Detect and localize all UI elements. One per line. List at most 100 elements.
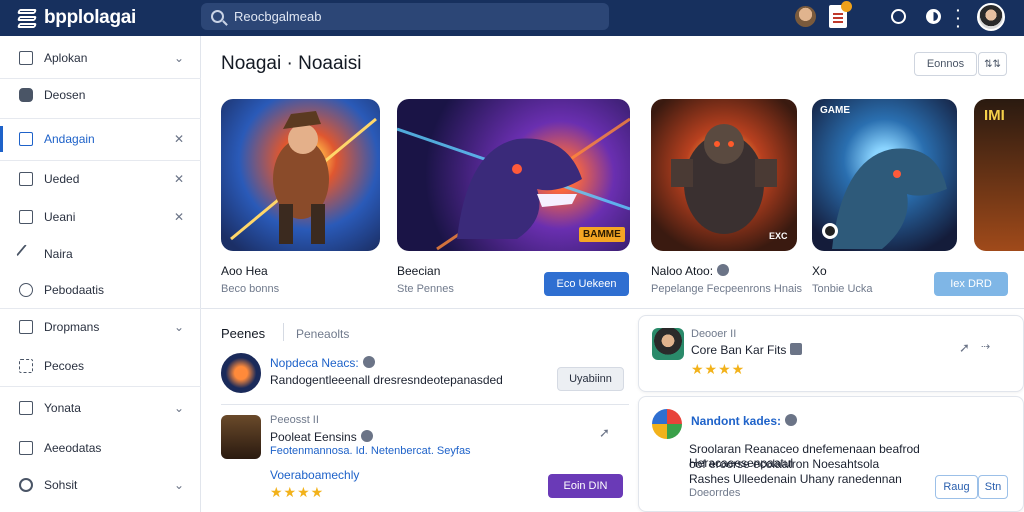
sidebar-item-label: Ueded [44,172,80,186]
chevron-down-icon[interactable]: ⌄ [174,51,184,65]
sidebar-item-label: Yonata [44,401,81,415]
tab-separator [283,323,284,341]
sidebar-item-11[interactable]: Sohsit ⌄ [0,470,201,500]
expand-icon[interactable]: ⇢ [981,340,990,353]
image-icon [19,172,33,186]
game-card-image-0[interactable] [221,99,380,251]
comment-footer: Doeorrdes [689,487,741,499]
sidebar-item-label: Aplokan [44,51,88,65]
game-card-image-3[interactable]: GAME [812,99,957,251]
commenter-avatar[interactable] [652,409,682,439]
history-icon[interactable] [891,9,906,24]
list-item-title[interactable]: Pooleat Eensins [270,430,373,444]
sidebar-item-5[interactable]: Naira [0,239,201,269]
tab-inactive[interactable]: Peneaolts [296,327,349,341]
sidebar-item-7[interactable]: Dropmans ⌄ [0,312,201,342]
list-item-description[interactable]: Feotenmannosa. Id. Netenbercat. Seyfas [270,445,471,457]
sidebar-item-6[interactable]: Pebodaatis [0,275,201,305]
sidebar-item-3[interactable]: Ueded ✕ [0,164,201,194]
list-divider [221,404,629,405]
home-icon [19,51,33,65]
gift-icon [19,401,33,415]
card-subtitle: Tonbie Ucka [812,283,873,295]
list-item-title[interactable]: Nopdeca Neacs: [270,356,375,370]
notifications-icon[interactable] [829,1,852,28]
list-item-thumbnail[interactable] [221,415,261,459]
knight-artwork [671,124,777,234]
review-meta: Deooer II [691,328,737,340]
sidebar-item-label: Dropmans [44,320,100,334]
list-item-thumbnail[interactable] [221,353,261,393]
verified-icon [362,356,375,368]
close-icon[interactable]: ✕ [174,132,184,146]
review-panel: Deooer II Core Ban Kar Fits ★★★★ ➚ ⇢ [638,315,1024,392]
close-icon[interactable]: ✕ [174,210,184,224]
hero-artwork [230,111,377,244]
sidebar-item-4[interactable]: Ueani ✕ [0,202,201,232]
search-bar[interactable] [201,3,609,30]
sidebar-item-9[interactable]: Yonata ⌄ [0,393,201,423]
sidebar-item-8[interactable]: Pecoes [0,351,201,381]
filter-button[interactable]: ⇅⇅ [978,52,1007,76]
sidebar-item-10[interactable]: Aeeodatas [0,433,201,463]
list-item-meta: Peeosst II [270,414,319,426]
card-title[interactable]: Xo [812,264,827,278]
verified-icon [360,430,373,442]
comment-title[interactable]: Nandont kades: [691,414,798,428]
sidebar-item-label: Ueani [44,210,76,224]
verified-icon [785,414,798,426]
app-logo[interactable]: bpplolagai [16,7,201,29]
rating-stars: ★★★★ [270,484,325,500]
theme-toggle-icon[interactable] [926,9,941,24]
chevron-down-icon[interactable]: ⌄ [174,401,184,415]
save-button[interactable]: Stn [978,475,1008,499]
more-icon[interactable]: · · · [956,3,961,33]
sea-dragon-artwork [822,148,947,249]
list-icon [19,320,33,334]
sidebar-item-0[interactable]: Aplokan ⌄ [0,43,201,73]
notification-badge [841,1,852,12]
sidebar-item-label: Aeeodatas [44,441,102,455]
card-title[interactable]: Beecian [397,264,440,278]
card-image-badge: GAME [820,105,850,116]
profile-avatar[interactable] [977,3,1005,31]
chevron-down-icon[interactable]: ⌄ [174,478,184,492]
section-divider [201,308,1024,309]
badge-icon [19,283,33,297]
sidebar-item-label: Andagain [44,132,95,146]
game-card-image-2[interactable]: EXC [651,99,797,251]
review-title[interactable]: Core Ban Kar Fits [691,343,803,357]
card-subtitle: Ste Pennes [397,283,454,295]
list-item-button[interactable]: Uyabiinn [557,367,624,391]
comment-line: Rashes Ulleedenain Uhany ranedennan [689,472,902,486]
card-action-button[interactable]: Iex DRD [934,272,1008,296]
gear-icon [19,478,33,492]
close-icon[interactable]: ✕ [174,172,184,186]
tab-active[interactable]: Peenes [221,326,265,341]
list-item-button[interactable]: Eoin DIN [548,474,623,498]
chevron-down-icon[interactable]: ⌄ [174,320,184,334]
verified-icon [717,264,730,276]
sidebar-item-label: Pebodaatis [44,283,105,297]
sidebar-item-label: Naira [44,247,73,261]
reviewer-avatar[interactable] [652,328,684,360]
share-icon[interactable]: ➚ [599,425,610,441]
card-title[interactable]: Aoo Hea [221,264,268,278]
game-card-image-4[interactable]: IMI [974,99,1024,251]
list-item-highlight[interactable]: Voeraboamechly [270,468,359,482]
reply-button[interactable]: Raug [935,475,978,499]
card-title[interactable]: Naloo Atoo: [651,264,730,278]
sidebar: Aplokan ⌄ Deosen Andagain ✕ Ueded ✕ Uean… [0,36,201,512]
sort-button[interactable]: Eonnos [914,52,977,76]
comment-panel: Nandont kades: Sroolaran Reanaceo dnefem… [638,396,1024,512]
puzzle-icon [19,359,33,373]
sidebar-item-1[interactable]: Deosen [0,80,201,110]
search-input[interactable] [234,9,574,24]
main-content: Noagai · Noaaisi Eonnos ⇅⇅ Aoo Hea Beco … [201,36,1024,512]
list-item-description: Randogentleeenall dresresndeotepanasded [270,373,503,387]
sidebar-item-2[interactable]: Andagain ✕ [0,124,201,154]
user-avatar-small[interactable] [795,6,816,27]
share-icon[interactable]: ➚ [959,340,970,356]
game-card-image-1[interactable]: BAMME [397,99,630,251]
card-action-button[interactable]: Eco Uekeen [544,272,629,296]
